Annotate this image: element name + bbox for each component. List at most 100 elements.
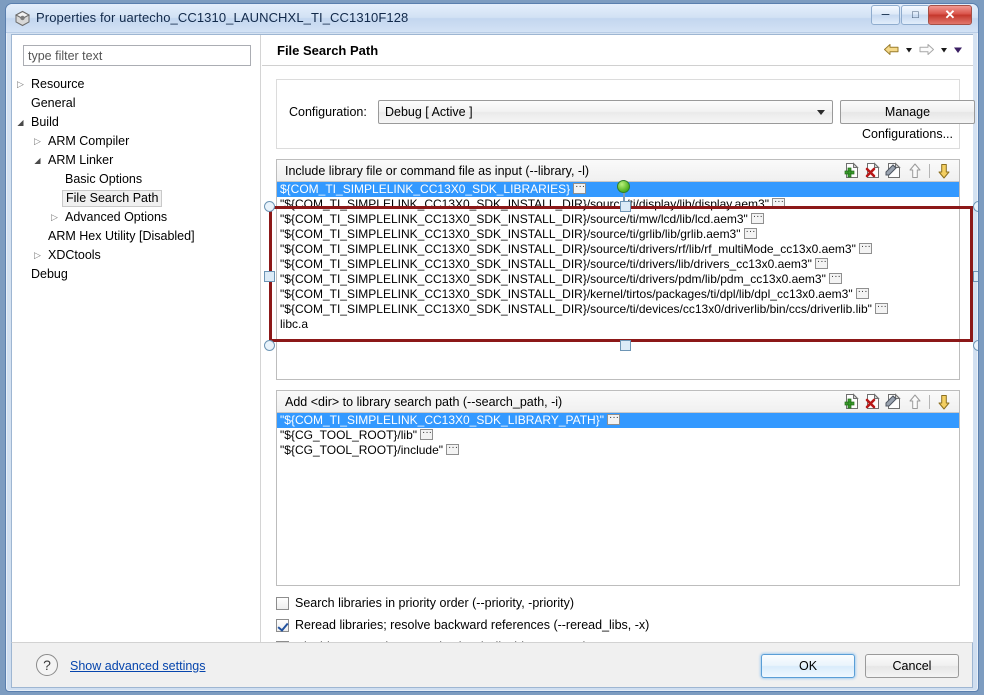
list-item[interactable]: "${CG_TOOL_ROOT}/include": [277, 443, 959, 458]
edit-icon[interactable]: [885, 162, 903, 180]
include-library-list[interactable]: ${COM_TI_SIMPLELINK_CC13X0_SDK_LIBRARIES…: [277, 182, 959, 379]
close-button[interactable]: ✕: [928, 5, 972, 25]
sidebar-item-build[interactable]: Build: [12, 113, 261, 132]
sidebar-item-label: XDCtools: [45, 246, 104, 265]
back-arrow-icon[interactable]: [883, 41, 900, 58]
sidebar-item-label: ARM Hex Utility [Disabled]: [45, 227, 198, 246]
page-nav-icons: [883, 41, 963, 58]
list-item[interactable]: "${COM_TI_SIMPLELINK_CC13X0_SDK_INSTALL_…: [277, 242, 959, 257]
ok-button[interactable]: OK: [761, 654, 855, 678]
sidebar-item-label: ARM Linker: [45, 151, 116, 170]
move-up-icon[interactable]: [906, 162, 924, 180]
annotation-handle-top-right: [973, 201, 979, 212]
sidebar-item-basic-options[interactable]: Basic Options: [12, 170, 261, 189]
browse-ellipsis-button[interactable]: [829, 273, 842, 284]
annotation-marker-dot: [617, 180, 630, 193]
toolbar-separator: [929, 395, 930, 409]
page-title: File Search Path: [277, 43, 378, 58]
cancel-button[interactable]: Cancel: [865, 654, 959, 678]
list-item[interactable]: "${CG_TOOL_ROOT}/lib": [277, 428, 959, 443]
chevron-right-icon[interactable]: [15, 75, 26, 94]
configuration-select[interactable]: Debug [ Active ]: [378, 100, 833, 124]
annotation-handle-mid-right: [973, 271, 979, 282]
back-chevron-down-icon[interactable]: [904, 41, 914, 58]
sidebar-item-arm-compiler[interactable]: ARM Compiler: [12, 132, 261, 151]
help-icon[interactable]: ?: [36, 654, 58, 676]
forward-chevron-down-icon[interactable]: [939, 41, 949, 58]
list-item-label: "${COM_TI_SIMPLELINK_CC13X0_SDK_INSTALL_…: [280, 242, 856, 256]
forward-arrow-icon[interactable]: [918, 41, 935, 58]
delete-icon[interactable]: [864, 162, 882, 180]
list-item[interactable]: "${COM_TI_SIMPLELINK_CC13X0_SDK_INSTALL_…: [277, 197, 959, 212]
sidebar-item-file-search-path[interactable]: File Search Path: [12, 189, 261, 208]
list-item[interactable]: "${COM_TI_SIMPLELINK_CC13X0_SDK_INSTALL_…: [277, 287, 959, 302]
list-item-label: "${CG_TOOL_ROOT}/lib": [280, 428, 417, 442]
list-item-label: "${COM_TI_SIMPLELINK_CC13X0_SDK_INSTALL_…: [280, 257, 812, 271]
checkbox-unchecked-icon[interactable]: [276, 597, 289, 610]
chevron-right-icon[interactable]: [49, 208, 60, 227]
chevron-down-icon: [817, 110, 825, 115]
checkbox-checked-icon[interactable]: [276, 619, 289, 632]
browse-ellipsis-button[interactable]: [607, 414, 620, 425]
browse-ellipsis-button[interactable]: [772, 198, 785, 209]
checkbox-row[interactable]: Search libraries in priority order (--pr…: [276, 592, 649, 614]
add-icon[interactable]: [843, 162, 861, 180]
manage-configurations-button[interactable]: Manage Configurations...: [840, 100, 975, 124]
chevron-down-icon[interactable]: [15, 113, 26, 132]
sidebar-item-debug[interactable]: Debug: [12, 265, 261, 284]
list-item[interactable]: "${COM_TI_SIMPLELINK_CC13X0_SDK_LIBRARY_…: [277, 413, 959, 428]
minimize-icon: –: [872, 9, 899, 17]
sidebar-item-label: Build: [28, 113, 62, 132]
browse-ellipsis-button[interactable]: [744, 228, 757, 239]
move-up-icon[interactable]: [906, 393, 924, 411]
list-item[interactable]: libc.a: [277, 317, 959, 332]
checkbox-row[interactable]: Reread libraries; resolve backward refer…: [276, 614, 649, 636]
add-icon[interactable]: [843, 393, 861, 411]
list-item[interactable]: "${COM_TI_SIMPLELINK_CC13X0_SDK_INSTALL_…: [277, 227, 959, 242]
move-down-icon[interactable]: [935, 162, 953, 180]
toolbar-separator: [929, 164, 930, 178]
list-item-label: libc.a: [280, 317, 308, 331]
sidebar-item-label: ARM Compiler: [45, 132, 132, 151]
sidebar-item-arm-linker[interactable]: ARM Linker: [12, 151, 261, 170]
list-item[interactable]: "${COM_TI_SIMPLELINK_CC13X0_SDK_INSTALL_…: [277, 302, 959, 317]
chevron-down-icon[interactable]: [32, 151, 43, 170]
list-item[interactable]: "${COM_TI_SIMPLELINK_CC13X0_SDK_INSTALL_…: [277, 212, 959, 227]
sidebar-item-arm-hex-utility-disabled[interactable]: ARM Hex Utility [Disabled]: [12, 227, 261, 246]
search-path-section: Add <dir> to library search path (--sear…: [276, 390, 960, 586]
sidebar-item-label: Resource: [28, 75, 88, 94]
browse-ellipsis-button[interactable]: [859, 243, 872, 254]
include-library-header: Include library file or command file as …: [277, 160, 959, 182]
sidebar-item-resource[interactable]: Resource: [12, 75, 261, 94]
sidebar-item-label: Debug: [28, 265, 71, 284]
list-item-label: "${COM_TI_SIMPLELINK_CC13X0_SDK_INSTALL_…: [280, 197, 769, 211]
filter-input[interactable]: [23, 45, 251, 66]
menu-chevron-down-icon[interactable]: [953, 41, 963, 58]
browse-ellipsis-button[interactable]: [856, 288, 869, 299]
dialog-footer: ? Show advanced settings OK Cancel: [11, 642, 973, 688]
list-item[interactable]: "${COM_TI_SIMPLELINK_CC13X0_SDK_INSTALL_…: [277, 257, 959, 272]
dialog-body: ResourceGeneralBuildARM CompilerARM Link…: [11, 34, 973, 642]
sidebar-item-xdctools[interactable]: XDCtools: [12, 246, 261, 265]
chevron-right-icon[interactable]: [32, 246, 43, 265]
maximize-button[interactable]: □: [901, 5, 930, 25]
settings-content-pane: File Search Path: [262, 35, 973, 642]
browse-ellipsis-button[interactable]: [815, 258, 828, 269]
sidebar-item-label: Basic Options: [62, 170, 145, 189]
browse-ellipsis-button[interactable]: [446, 444, 459, 455]
browse-ellipsis-button[interactable]: [420, 429, 433, 440]
chevron-right-icon[interactable]: [32, 132, 43, 151]
search-path-list[interactable]: "${COM_TI_SIMPLELINK_CC13X0_SDK_LIBRARY_…: [277, 413, 959, 585]
sidebar-item-advanced-options[interactable]: Advanced Options: [12, 208, 261, 227]
show-advanced-settings-link[interactable]: Show advanced settings: [70, 659, 206, 673]
search-path-header-label: Add <dir> to library search path (--sear…: [285, 395, 562, 409]
browse-ellipsis-button[interactable]: [751, 213, 764, 224]
minimize-button[interactable]: –: [871, 5, 900, 25]
include-library-header-label: Include library file or command file as …: [285, 164, 589, 178]
delete-icon[interactable]: [864, 393, 882, 411]
browse-ellipsis-button[interactable]: [573, 183, 586, 194]
browse-ellipsis-button[interactable]: [875, 303, 888, 314]
move-down-icon[interactable]: [935, 393, 953, 411]
sidebar-item-general[interactable]: General: [12, 94, 261, 113]
edit-icon[interactable]: [885, 393, 903, 411]
